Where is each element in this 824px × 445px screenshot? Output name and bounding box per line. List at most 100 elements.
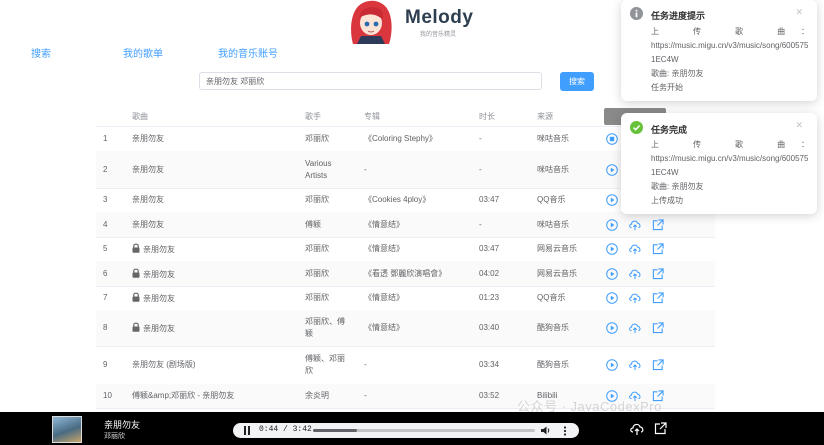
song-duration: 03:47 [479,244,500,253]
pause-icon[interactable] [243,426,251,435]
song-title-cell: 亲朋勿友 [132,292,175,306]
now-playing-artist: 邓丽欣 [104,433,125,440]
play-icon[interactable] [606,292,618,306]
play-icon[interactable] [606,267,618,282]
song-artist: 邓丽欣 [305,268,329,278]
play-icon[interactable] [606,163,618,178]
external-link-icon[interactable] [652,267,664,282]
song-title-cell: 亲朋勿友 [132,322,175,336]
song-duration: 03:34 [479,360,500,369]
song-album: 《看透 鄧麗欣演唱會》 [364,268,447,278]
anime-avatar-logo [351,0,392,44]
row-index: 9 [103,360,108,369]
col-artist: 歌手 [305,112,321,121]
close-icon[interactable]: ✕ [795,120,803,131]
nav-my-songs[interactable]: 我的歌单 [123,45,163,60]
table-row[interactable]: 5 亲朋勿友 邓丽欣 《情意结》 03:47 网易云音乐 [96,237,715,262]
external-link-icon[interactable] [652,359,664,373]
table-row[interactable]: 4 亲朋勿友 傅颖 《情意结》 - 咪咕音乐 [96,212,715,238]
song-duration: 04:02 [479,268,500,278]
song-title-cell: 亲朋勿友 [132,219,164,231]
col-title: 歌曲 [132,112,148,121]
audio-player[interactable]: 0:44 / 3:42 [233,423,579,438]
col-album: 专辑 [364,112,380,121]
lock-icon [132,243,140,257]
song-source: 酷狗音乐 [537,360,569,369]
song-source: 咪咕音乐 [537,219,569,229]
song-artist: 傅颖 [305,219,321,229]
song-title: 亲朋勿友 [132,195,164,204]
song-source: 咪咕音乐 [537,164,569,174]
song-title: 亲朋勿友 [132,164,164,174]
song-artist: 邓丽欣 [305,244,329,253]
play-icon[interactable] [606,359,618,373]
song-title: 亲朋勿友 [143,324,175,334]
row-index: 7 [103,293,108,302]
song-title: 亲朋勿友 [132,219,164,229]
volume-icon[interactable] [541,426,551,435]
song-title: 亲朋勿友 [132,134,164,143]
song-title: 亲朋勿友 [143,294,175,304]
nav-my-accounts[interactable]: 我的音乐账号 [218,45,278,60]
song-artist: 邓丽欣 [305,134,329,143]
seek-bar-fill [313,429,357,432]
now-playing-title: 亲朋勿友 [104,420,141,430]
nav-search[interactable]: 搜索 [31,45,51,60]
song-duration: - [479,219,482,229]
lock-icon [132,292,140,306]
cloud-upload-icon[interactable] [628,219,642,233]
song-title-cell: 亲朋勿友 [132,268,175,282]
external-link-icon[interactable] [654,422,667,435]
close-icon[interactable]: ✕ [795,7,803,18]
brand-title: Melody [405,7,474,28]
lock-icon [132,322,140,336]
cloud-upload-icon[interactable] [628,243,642,257]
external-link-icon[interactable] [652,322,664,336]
song-source: 酷狗音乐 [537,323,569,332]
song-title: 亲朋勿友 [143,269,175,279]
table-row[interactable]: 9 亲朋勿友 (剧场版) 傅颖、邓丽欣 - 03:34 酷狗音乐 [96,346,715,385]
more-options-icon[interactable] [563,426,567,436]
notification-body: 上 传 歌 曲： https://music.migu.cn/v3/music/… [651,140,809,205]
table-row[interactable]: 7 亲朋勿友 邓丽欣 《情意结》 01:23 QQ音乐 [96,286,715,311]
song-title-cell: 亲朋勿友 [132,243,175,257]
play-icon[interactable] [606,243,618,257]
table-row[interactable]: 8 亲朋勿友 邓丽欣、傅颖 《情意结》 03:40 酷狗音乐 [96,310,715,347]
search-input[interactable] [199,72,542,90]
col-source: 来源 [537,112,553,121]
cloud-upload-icon[interactable] [628,292,642,306]
song-title: 亲朋勿友 (剧场版) [132,360,196,369]
cloud-upload-icon[interactable] [628,268,642,282]
cloud-upload-icon[interactable] [629,422,645,436]
table-row[interactable]: 6 亲朋勿友 邓丽欣 《看透 鄧麗欣演唱會》 04:02 网易云音乐 [96,261,715,287]
lock-icon [132,268,140,282]
brand-subtitle: 我的音乐精灵 [420,32,457,38]
song-album: - [364,360,367,369]
cloud-upload-icon[interactable] [628,359,642,373]
playback-time: 0:44 / 3:42 [259,425,312,434]
cloud-upload-icon[interactable] [628,322,642,336]
row-index: 6 [103,268,108,278]
song-artist: 邓丽欣 [305,293,329,302]
song-album: 《情意结》 [364,244,404,253]
external-link-icon[interactable] [652,243,664,257]
row-index: 1 [103,134,108,143]
song-album: 《Coloring Stephy》 [364,134,437,143]
song-artist: Various Artists [305,158,332,180]
external-link-icon[interactable] [652,218,664,233]
song-duration: - [479,134,482,143]
external-link-icon[interactable] [652,292,664,306]
play-icon[interactable] [606,194,618,208]
play-icon[interactable] [606,322,618,336]
song-duration: 03:52 [479,391,500,400]
song-duration: 03:40 [479,323,500,332]
song-title-cell: 亲朋勿友 [132,194,164,206]
row-index: 3 [103,195,108,204]
play-icon[interactable] [606,218,618,233]
song-artist: 余炎明 [305,391,329,400]
seek-bar[interactable] [313,429,535,432]
notification-title: 任务完成 [651,125,688,135]
notification-title: 任务进度提示 [651,11,706,21]
search-button[interactable]: 搜索 [560,72,594,91]
stop-icon[interactable] [606,133,618,147]
